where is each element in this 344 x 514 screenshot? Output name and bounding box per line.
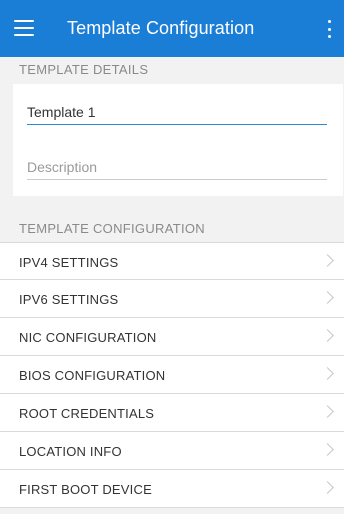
more-vertical-icon[interactable]	[325, 20, 333, 38]
list-item-first-boot-device[interactable]: FIRST BOOT DEVICE	[0, 470, 344, 508]
list-item-label: BIOS CONFIGURATION	[19, 368, 166, 383]
list-item-label: IPV4 SETTINGS	[19, 255, 119, 270]
list-item-nic-configuration[interactable]: NIC CONFIGURATION	[0, 318, 344, 356]
app-screen: Template Configuration TEMPLATE DETAILS …	[0, 0, 344, 514]
template-details-card: Template 1 Description	[13, 84, 343, 196]
description-input[interactable]: Description	[27, 159, 327, 180]
list-item-root-credentials[interactable]: ROOT CREDENTIALS	[0, 394, 344, 432]
chevron-right-icon	[321, 291, 334, 304]
chevron-right-icon	[321, 329, 334, 342]
template-details-heading: TEMPLATE DETAILS	[19, 62, 149, 77]
list-item-ipv6-settings[interactable]: IPV6 SETTINGS	[0, 280, 344, 318]
template-configuration-heading: TEMPLATE CONFIGURATION	[19, 221, 205, 236]
chevron-right-icon	[321, 254, 334, 267]
list-item-label: LOCATION INFO	[19, 444, 122, 459]
chevron-right-icon	[321, 481, 334, 494]
list-item-label: ROOT CREDENTIALS	[19, 406, 155, 421]
template-name-input[interactable]: Template 1	[27, 104, 327, 125]
page-title: Template Configuration	[67, 18, 255, 38]
hamburger-menu-icon[interactable]	[14, 20, 34, 36]
list-item-label: NIC CONFIGURATION	[19, 330, 157, 345]
chevron-right-icon	[321, 367, 334, 380]
chevron-right-icon	[321, 443, 334, 456]
app-bar: Template Configuration	[0, 0, 344, 57]
list-item-ipv4-settings[interactable]: IPV4 SETTINGS	[0, 242, 344, 280]
configuration-list: IPV4 SETTINGS IPV6 SETTINGS NIC CONFIGUR…	[0, 242, 344, 508]
list-item-label: IPV6 SETTINGS	[19, 292, 119, 307]
list-item-location-info[interactable]: LOCATION INFO	[0, 432, 344, 470]
list-item-label: FIRST BOOT DEVICE	[19, 482, 152, 497]
chevron-right-icon	[321, 405, 334, 418]
list-item-bios-configuration[interactable]: BIOS CONFIGURATION	[0, 356, 344, 394]
